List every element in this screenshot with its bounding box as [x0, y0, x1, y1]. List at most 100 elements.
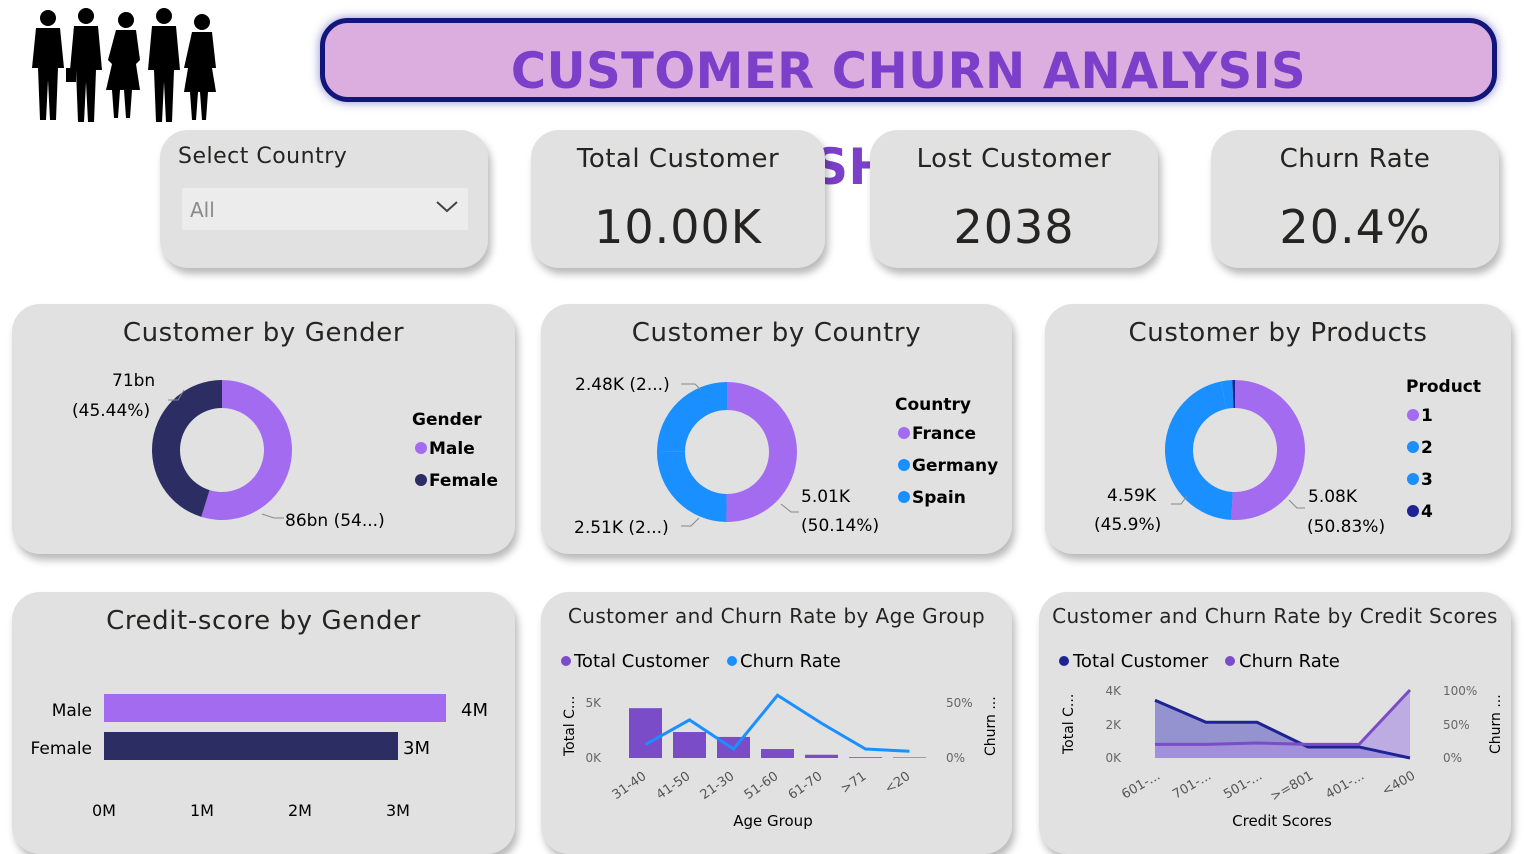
donut-slice-product-1[interactable]: [1231, 380, 1306, 520]
legend-marker-france: [898, 427, 910, 439]
bar-male[interactable]: [104, 694, 446, 722]
legend-marker-product-4: [1407, 505, 1419, 517]
x-tick-2m: 2M: [288, 801, 312, 820]
gender-donut[interactable]: [151, 380, 293, 520]
bar-female[interactable]: [104, 732, 398, 760]
age-legend-churn-rate[interactable]: Churn Rate: [740, 651, 841, 672]
credit-y-tick-4k: 4K: [1105, 684, 1122, 698]
kpi-total-customer-value: 10.00K: [594, 200, 762, 254]
country-dropdown[interactable]: All: [182, 188, 468, 230]
age-x-tick: >71: [838, 769, 869, 797]
age-x-tick: 21-30: [698, 769, 738, 803]
credit-y-tick-100pct: 100%: [1443, 684, 1477, 698]
kpi-lost-customer-card: Lost Customer 2038: [870, 130, 1158, 268]
donut-slice-product-2[interactable]: [1165, 381, 1233, 520]
legend-marker-churn-rate: [1225, 656, 1235, 666]
x-tick-1m: 1M: [190, 801, 214, 820]
products-legend-3[interactable]: 3: [1421, 470, 1433, 490]
kpi-churn-rate-value: 20.4%: [1279, 200, 1431, 254]
products-legend-4[interactable]: 4: [1421, 502, 1433, 522]
credit-y-tick-0k: 0K: [1105, 751, 1122, 765]
age-y-axis-right-label: Churn ...: [983, 696, 999, 756]
credit-x-tick: 701-...: [1170, 768, 1214, 802]
country-legend-germany[interactable]: Germany: [912, 456, 998, 476]
gender-legend-male[interactable]: Male: [429, 439, 475, 459]
country-data-label-france-pct: (50.14%): [801, 516, 879, 536]
credit-y-tick-50pct: 50%: [1443, 718, 1470, 732]
gender-legend-title: Gender: [412, 410, 482, 430]
country-data-label-germany: 2.51K (2...): [574, 518, 669, 538]
country-donut[interactable]: [657, 382, 797, 522]
country-legend-france[interactable]: France: [912, 424, 976, 444]
country-data-label-spain: 2.48K (2...): [575, 375, 670, 395]
x-tick-0m: 0M: [92, 801, 116, 820]
products-data-label-2-pct: (45.9%): [1094, 515, 1161, 535]
leader-line: [780, 503, 799, 513]
age-group-combo-svg: Total Customer Churn Rate Total C... Chu…: [561, 651, 999, 830]
gender-donut-card: Customer by Gender 71bn (45.44%) 86bn (5…: [12, 304, 515, 554]
products-legend-2[interactable]: 2: [1421, 438, 1433, 458]
donut-slice-germany[interactable]: [657, 450, 727, 522]
country-donut-card: Customer by Country 2.48K (2...) 2.51K (…: [541, 304, 1012, 554]
credit-score-combo-svg: Total Customer Churn Rate Total C... Chu…: [1059, 651, 1504, 830]
country-legend-title: Country: [895, 395, 971, 415]
age-bar-5[interactable]: [849, 757, 882, 758]
credit-gender-bars[interactable]: [104, 694, 446, 760]
credit-x-tick: >=801: [1268, 768, 1316, 804]
gender-data-label-female-value: 71bn: [112, 371, 155, 391]
age-x-tick: 41-50: [654, 769, 694, 803]
age-legend-total-customer[interactable]: Total Customer: [573, 651, 710, 672]
credit-legend-total-customer[interactable]: Total Customer: [1072, 651, 1209, 672]
credit-chart-plot[interactable]: 601-... 701-... 501-... >=801 401-... <400: [1119, 688, 1418, 805]
products-data-label-1-value: 5.08K: [1308, 487, 1358, 507]
credit-x-tick: <400: [1380, 768, 1418, 799]
products-donut[interactable]: [1165, 380, 1306, 520]
age-y-tick-50pct: 50%: [946, 696, 973, 710]
products-donut-card: Customer by Products 4.59K (45.9%) 5.08K…: [1045, 304, 1511, 554]
legend-marker-female: [415, 474, 427, 486]
products-data-label-1-pct: (50.83%): [1307, 517, 1385, 537]
age-y-axis-left-label: Total C...: [562, 696, 578, 757]
credit-x-tick: 401-...: [1323, 768, 1367, 802]
leader-line: [1288, 499, 1305, 509]
age-bar-1[interactable]: [673, 732, 706, 758]
age-chart-plot[interactable]: 31-40 41-50 21-30 51-60 61-70 >71 <20: [610, 693, 926, 803]
donut-slice-france[interactable]: [726, 382, 797, 522]
gender-legend-female[interactable]: Female: [429, 471, 498, 491]
gender-donut-svg: 71bn (45.44%) 86bn (54...) Gender Male F…: [72, 371, 498, 531]
chevron-down-icon: [436, 201, 458, 213]
products-legend-1[interactable]: 1: [1421, 406, 1433, 426]
credit-y-tick-2k: 2K: [1105, 718, 1122, 732]
leader-line: [681, 517, 700, 527]
credit-x-axis-label: Credit Scores: [1232, 812, 1332, 830]
country-dropdown-value: All: [190, 198, 215, 222]
bar-category-male: Male: [52, 701, 92, 721]
legend-marker-spain: [898, 491, 910, 503]
credit-score-combo-card: Customer and Churn Rate by Credit Scores…: [1039, 592, 1511, 854]
age-y-tick-0k: 0K: [585, 751, 602, 765]
age-y-tick-0pct: 0%: [946, 751, 965, 765]
kpi-churn-rate-label: Churn Rate: [1279, 144, 1431, 174]
age-x-tick: 51-60: [742, 769, 782, 803]
credit-y-axis-right-label: Churn ...: [1488, 694, 1504, 754]
credit-y-axis-left-label: Total C...: [1061, 694, 1077, 755]
country-legend-spain[interactable]: Spain: [912, 488, 966, 508]
legend-marker-product-3: [1407, 473, 1419, 485]
age-bar-4[interactable]: [805, 754, 838, 758]
age-bar-3[interactable]: [761, 749, 794, 758]
products-legend-title: Product: [1406, 377, 1481, 397]
legend-marker-total-customer: [561, 656, 571, 666]
products-donut-svg: 4.59K (45.9%) 5.08K (50.83%) Product 1 2…: [1094, 377, 1481, 537]
age-bar-0[interactable]: [629, 708, 662, 758]
legend-marker-product-2: [1407, 441, 1419, 453]
kpi-total-customer-label: Total Customer: [576, 144, 780, 174]
credit-x-tick: 501-...: [1221, 768, 1265, 802]
legend-marker-total-customer: [1059, 656, 1069, 666]
people-silhouette-logo: [32, 8, 216, 122]
age-x-tick: 61-70: [786, 769, 826, 803]
age-y-tick-5k: 5K: [585, 696, 602, 710]
country-data-label-france-value: 5.01K: [801, 487, 851, 507]
bar-value-label-male: 4M: [461, 700, 488, 721]
age-bar-6[interactable]: [893, 757, 926, 758]
credit-legend-churn-rate[interactable]: Churn Rate: [1239, 651, 1340, 672]
